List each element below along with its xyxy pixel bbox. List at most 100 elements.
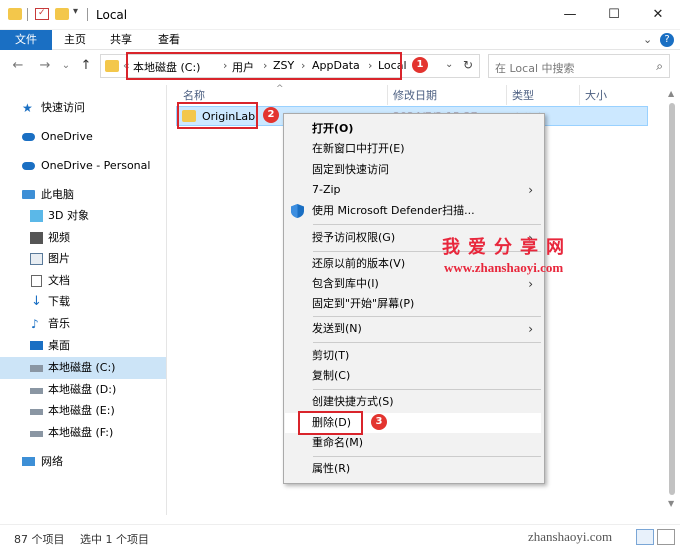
vertical-scrollbar[interactable]: ▲ ▼ <box>664 85 680 515</box>
details-view-icon[interactable] <box>636 529 654 545</box>
sidebar-item-label: 网络 <box>41 455 63 468</box>
sidebar-item-onedrive-personal[interactable]: OneDrive - Personal <box>0 155 166 177</box>
refresh-icon[interactable]: ↻ <box>463 58 473 72</box>
search-box[interactable]: 在 Local 中搜索 ⌕ <box>488 54 670 78</box>
folder-icon[interactable] <box>8 8 22 20</box>
tab-file[interactable]: 文件 <box>0 30 52 50</box>
search-input[interactable]: 在 Local 中搜索 <box>495 60 575 76</box>
sidebar-item-videos[interactable]: 视频 <box>0 227 166 249</box>
watermark-bottom: zhanshaoyi.com <box>528 529 613 544</box>
sidebar-item-label: OneDrive - Personal <box>41 159 151 172</box>
sidebar-item-label: OneDrive <box>41 130 93 143</box>
network-icon <box>22 457 35 466</box>
sidebar-item-drive-d[interactable]: 本地磁盘 (D:) <box>0 379 166 401</box>
sidebar-item-downloads[interactable]: ↓ 下载 <box>0 291 166 313</box>
sidebar-item-this-pc[interactable]: 此电脑 <box>0 184 166 206</box>
menu-item-label: 使用 Microsoft Defender扫描... <box>312 204 475 217</box>
sidebar-item-label: 桌面 <box>48 339 70 352</box>
sidebar-item-label: 下载 <box>48 295 70 308</box>
sidebar-item-label: 视频 <box>48 231 70 244</box>
address-dropdown-icon[interactable]: ⌄ <box>445 59 453 70</box>
sidebar-item-pictures[interactable]: 图片 <box>0 248 166 270</box>
sidebar-item-drive-c[interactable]: 本地磁盘 (C:) <box>0 357 166 379</box>
chevron-right-icon: › <box>528 183 533 197</box>
forward-button[interactable]: → <box>37 58 53 74</box>
menu-item-label: 包含到库中(I) <box>312 277 379 290</box>
cloud-icon <box>22 162 35 170</box>
drive-icon <box>30 431 43 437</box>
sidebar-item-onedrive[interactable]: OneDrive <box>0 126 166 148</box>
menu-item-properties[interactable]: 属性(R) <box>285 459 541 479</box>
quick-access-dropdown-icon[interactable]: ▾ <box>73 6 78 17</box>
menu-item-open[interactable]: 打开(O) <box>285 119 541 139</box>
sidebar-item-drive-f[interactable]: 本地磁盘 (F:) <box>0 422 166 444</box>
sidebar-item-quick-access[interactable]: ★ 快速访问 <box>0 97 166 119</box>
column-divider[interactable] <box>387 85 388 105</box>
sidebar-item-desktop[interactable]: 桌面 <box>0 335 166 357</box>
menu-item-label: 固定到"开始"屏幕(P) <box>312 297 415 310</box>
menu-item-cut[interactable]: 剪切(T) <box>285 346 541 366</box>
highlight-box-delete <box>298 411 363 435</box>
pane-divider[interactable] <box>166 85 167 515</box>
large-icons-view-icon[interactable] <box>657 529 675 545</box>
tab-view[interactable]: 查看 <box>150 30 188 50</box>
desktop-icon <box>30 341 43 350</box>
shield-icon <box>291 204 304 218</box>
menu-item-rename[interactable]: 重命名(M) <box>285 433 541 453</box>
picture-icon <box>30 253 43 265</box>
step-badge-1: 1 <box>412 57 428 73</box>
ribbon-tabs: 文件 主页 共享 查看 ⌄ ? <box>0 30 680 50</box>
column-header-type[interactable]: 类型 <box>512 87 534 103</box>
recent-locations-icon[interactable]: ⌄ <box>58 58 74 74</box>
divider <box>87 8 88 21</box>
sidebar-item-label: 本地磁盘 (C:) <box>48 361 116 374</box>
search-icon[interactable]: ⌕ <box>656 59 663 74</box>
highlight-box-folder <box>177 102 258 129</box>
menu-item-7zip[interactable]: 7-Zip › <box>285 180 541 200</box>
column-header-name[interactable]: 名称 <box>183 87 205 103</box>
menu-item-send-to[interactable]: 发送到(N) › <box>285 319 541 339</box>
menu-separator <box>313 224 541 225</box>
menu-item-create-shortcut[interactable]: 创建快捷方式(S) <box>285 392 541 412</box>
step-badge-2: 2 <box>263 107 279 123</box>
folder-icon <box>105 60 119 72</box>
menu-item-label: 在新窗口中打开(E) <box>312 142 405 155</box>
menu-item-pin-quick-access[interactable]: 固定到快速访问 <box>285 160 541 180</box>
scroll-down-icon[interactable]: ▼ <box>668 499 674 508</box>
help-icon[interactable]: ? <box>660 33 674 47</box>
sidebar-item-3d-objects[interactable]: 3D 对象 <box>0 205 166 227</box>
menu-item-label: 剪切(T) <box>312 349 350 362</box>
cloud-icon <box>22 133 35 141</box>
menu-item-copy[interactable]: 复制(C) <box>285 366 541 386</box>
maximize-button[interactable]: ☐ <box>592 2 636 28</box>
column-divider[interactable] <box>506 85 507 105</box>
new-folder-icon[interactable] <box>55 8 69 20</box>
sidebar-item-drive-e[interactable]: 本地磁盘 (E:) <box>0 400 166 422</box>
column-header-date[interactable]: 修改日期 <box>393 87 437 103</box>
menu-separator <box>313 342 541 343</box>
sidebar-item-network[interactable]: 网络 <box>0 451 166 473</box>
sidebar-item-music[interactable]: ♪ 音乐 <box>0 313 166 335</box>
scroll-up-icon[interactable]: ▲ <box>668 89 674 98</box>
column-header-size[interactable]: 大小 <box>585 87 607 103</box>
close-button[interactable]: ✕ <box>636 2 680 28</box>
drive-icon <box>30 388 43 394</box>
scrollbar-thumb[interactable] <box>669 103 675 495</box>
properties-icon[interactable] <box>35 8 49 20</box>
menu-item-label: 发送到(N) <box>312 322 362 335</box>
menu-item-defender-scan[interactable]: 使用 Microsoft Defender扫描... <box>285 201 541 221</box>
menu-item-include-library[interactable]: 包含到库中(I) › <box>285 274 541 294</box>
tab-home[interactable]: 主页 <box>56 30 94 50</box>
ribbon-expand-icon[interactable]: ⌄ <box>643 33 652 46</box>
minimize-button[interactable]: — <box>548 2 592 28</box>
menu-item-open-new-window[interactable]: 在新窗口中打开(E) <box>285 139 541 159</box>
drive-icon <box>30 409 43 415</box>
sidebar-item-documents[interactable]: 文档 <box>0 270 166 292</box>
menu-item-pin-start[interactable]: 固定到"开始"屏幕(P) <box>285 294 541 314</box>
tab-share[interactable]: 共享 <box>102 30 140 50</box>
column-divider[interactable] <box>579 85 580 105</box>
menu-item-label: 打开(O) <box>312 122 354 135</box>
back-button[interactable]: ← <box>10 58 26 74</box>
watermark-url: www.zhanshaoyi.com <box>444 260 564 275</box>
up-button[interactable]: ↑ <box>78 58 94 74</box>
